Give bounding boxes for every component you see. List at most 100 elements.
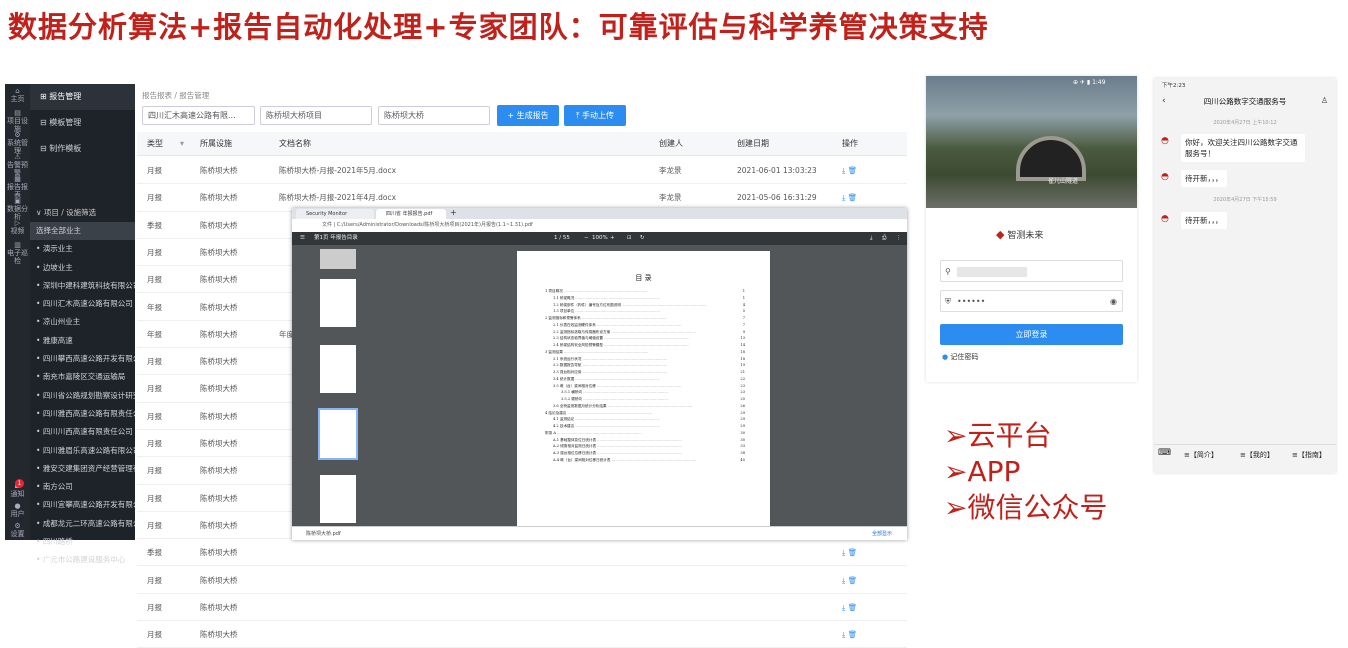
- toc-line[interactable]: 1 1.1 桥梁概况 ..............................…: [545, 296, 745, 303]
- new-tab-icon[interactable]: +: [450, 208, 457, 217]
- toc-line[interactable]: 18 3.1 系统运行状况 ...........................…: [545, 357, 745, 364]
- project-filter-title[interactable]: ∨ 项目 / 设施筛选: [30, 206, 135, 220]
- toc-line[interactable]: 21 3.3 强台相对应用 ...........................…: [545, 370, 745, 377]
- keyboard-icon[interactable]: ⌨: [1158, 448, 1171, 458]
- toc-line[interactable]: 29 4 结论及建议 ..............................…: [545, 411, 745, 418]
- project-list-item[interactable]: • 雅康高速: [30, 332, 135, 350]
- toc-line[interactable]: 33 A.2 倾角相对监测日统计表 .......................…: [545, 444, 745, 451]
- print-icon[interactable]: ⎙: [882, 232, 886, 245]
- toc-line[interactable]: 26 3.6 全桥监测数据月统计分析结果 ....................…: [545, 404, 745, 411]
- project-list-item[interactable]: • 演示业主: [30, 240, 135, 258]
- project-list-item[interactable]: • 四川攀西高速公路开发有限公司: [30, 350, 135, 368]
- menu-mine[interactable]: ≡【我的】: [1240, 450, 1274, 460]
- menu-intro[interactable]: ≡【简介】: [1184, 450, 1218, 460]
- delete-icon[interactable]: 🗑: [845, 576, 858, 585]
- rail-item-user[interactable]: ● 用户: [5, 499, 30, 521]
- toc-line[interactable]: 23 3.5 墩（台）梁间相对位移 .......................…: [545, 384, 745, 391]
- page-thumbnail[interactable]: [320, 345, 356, 393]
- menu-icon[interactable]: ☰: [300, 232, 305, 245]
- owner-select[interactable]: 四川汇木高速公路有限...: [142, 106, 255, 125]
- toc-line[interactable]: 22 3.4 统计数据 .............................…: [545, 377, 745, 384]
- project-list-item[interactable]: • 四川路桥: [30, 533, 135, 551]
- project-list-item[interactable]: • 南充市嘉陵区交通运输局: [30, 368, 135, 386]
- project-list-item[interactable]: 选择全部业主: [30, 222, 135, 241]
- toc-line[interactable]: 5 1.3 项目单位 ..............................…: [545, 309, 745, 316]
- toc-line[interactable]: 23 3.5.1 横桥向 ............................…: [545, 390, 745, 397]
- rail-item-system[interactable]: ⚙ 系统管理: [5, 128, 30, 155]
- project-list-item[interactable]: • 四川雅西高速公路有限责任公司: [30, 405, 135, 423]
- project-list-item[interactable]: • 成都龙元二环高速公路有限公司: [30, 515, 135, 533]
- profile-icon[interactable]: ♙: [1321, 96, 1328, 105]
- menu-guide[interactable]: ≡【指南】: [1292, 450, 1326, 460]
- rail-item-video[interactable]: ▷ 视频: [5, 216, 30, 238]
- page-thumbnail[interactable]: [320, 279, 356, 327]
- delete-icon[interactable]: 🗑: [845, 603, 858, 612]
- browser-tab-security[interactable]: Security Monitor: [296, 209, 374, 219]
- project-list-item[interactable]: • 四川宜攀高速公路开发有限公司: [30, 496, 135, 514]
- page-thumbnail[interactable]: [320, 249, 356, 269]
- rail-item-alarm[interactable]: ⚠ 告警预警: [5, 150, 30, 177]
- toc-line[interactable]: 25 3.5.2 顺桥向 ............................…: [545, 397, 745, 404]
- rail-item-data[interactable]: ▣ 数据分析: [5, 194, 30, 221]
- toc-line[interactable]: 1 1 项目概况 ................................…: [545, 289, 745, 296]
- project-list-item[interactable]: • 四川雅眉乐高速公路有限公司: [30, 442, 135, 460]
- toc-line[interactable]: 29 4.2 技术建议 .............................…: [545, 424, 745, 431]
- project-list-item[interactable]: • 四川汇木高速公路有限公司: [30, 295, 135, 313]
- header-type[interactable]: 类型: [147, 132, 163, 156]
- toc-line[interactable]: 9 2.2 监测指标选取与传感器布设方案 ....................…: [545, 330, 745, 337]
- project-list-item[interactable]: • 广元市公路建设服务中心: [30, 551, 135, 569]
- toc-line[interactable]: 30 A.1 基础整体变位日统计表 .......................…: [545, 438, 745, 445]
- toc-line[interactable]: 30 附录 A .................................…: [545, 431, 745, 438]
- address-bar[interactable]: 文件 | C:/Users/Administrator/Downloads/陈桥…: [292, 219, 907, 232]
- generate-report-button[interactable]: + 生成报告: [497, 105, 559, 126]
- project-list-item[interactable]: • 雅安交建集团资产经营管理有限: [30, 460, 135, 478]
- page-thumbnail-selected[interactable]: [318, 408, 358, 460]
- delete-icon[interactable]: 🗑: [845, 193, 858, 202]
- toc-line[interactable]: 19 3.2 数据报告导航 ...........................…: [545, 363, 745, 370]
- eye-icon[interactable]: ◉: [1110, 291, 1117, 313]
- rotate-icon[interactable]: ↻: [640, 232, 645, 245]
- project-select[interactable]: 陈桥坝大桥项目: [260, 106, 372, 125]
- zoom-out-icon[interactable]: −: [584, 232, 589, 245]
- page-thumbnail[interactable]: [320, 475, 356, 523]
- delete-icon[interactable]: 🗑: [845, 630, 858, 639]
- toc-line[interactable]: 13 2.3 结构状态临界值与阈值设置 .....................…: [545, 336, 745, 343]
- checkbox-checked-icon[interactable]: ●: [942, 353, 948, 361]
- toc-line[interactable]: 18 3 监测结果 ...............................…: [545, 350, 745, 357]
- rail-item-project[interactable]: ▤ 项目设施: [5, 106, 30, 133]
- toc-line[interactable]: 38 A.3 强台相位位移日统计表 .......................…: [545, 451, 745, 458]
- page-indicator[interactable]: 1 / 55: [554, 232, 570, 245]
- project-list-item[interactable]: • 深圳中建科建筑科技有限公司: [30, 277, 135, 295]
- show-all-downloads[interactable]: 全部显示: [872, 527, 892, 541]
- project-list-item[interactable]: • 四川省公路规划勘察设计研究院: [30, 387, 135, 405]
- rail-item-home[interactable]: ⌂ 主页: [5, 84, 30, 106]
- manual-upload-button[interactable]: ⤒ 手动上传: [564, 105, 626, 126]
- toc-line[interactable]: 4 1.2 桥梁部件（构件）编号及方位布图说明 .................…: [545, 303, 745, 310]
- facility-select[interactable]: 陈桥坝大桥: [378, 106, 490, 125]
- fit-page-icon[interactable]: ⊡: [627, 232, 632, 245]
- project-list-item[interactable]: • 南方公司: [30, 478, 135, 496]
- toc-line[interactable]: 14 2.4 桥梁结构安全风险预警模型 .....................…: [545, 343, 745, 350]
- delete-icon[interactable]: 🗑: [845, 166, 858, 175]
- browser-tab-pdf[interactable]: 四川省 年报报告.pdf: [376, 209, 446, 219]
- menu-item-template-management[interactable]: ⊟ 模板管理: [30, 110, 135, 136]
- toc-line[interactable]: 29 4.1 监测结论 .............................…: [545, 417, 745, 424]
- rail-item-eboard[interactable]: ▥ 电子巡检: [5, 238, 30, 265]
- username-field[interactable]: ⚲: [940, 260, 1123, 282]
- toc-line[interactable]: 7 2.1 仪表在线监测硬件体系 ........................…: [545, 323, 745, 330]
- more-icon[interactable]: ⋮: [896, 232, 902, 245]
- menu-item-report-management[interactable]: ⊞ 报告管理: [30, 84, 135, 110]
- rail-item-settings[interactable]: ⚙ 设置: [5, 519, 30, 541]
- login-button[interactable]: 立即登录: [940, 324, 1123, 345]
- project-list-item[interactable]: • 凉山州业主: [30, 313, 135, 331]
- toc-line[interactable]: 40 A.4 墩（台）梁间相对位移日统计表 ...................…: [545, 458, 745, 465]
- rail-item-report[interactable]: ▦ 报告报表: [5, 172, 30, 199]
- password-field[interactable]: ⛨ •••••• ◉: [940, 290, 1123, 312]
- download-icon[interactable]: ⤓: [870, 232, 872, 245]
- toc-line[interactable]: 7 2 监测指标和预警体系 ...........................…: [545, 316, 745, 323]
- menu-item-make-template[interactable]: ⊟ 制作模板: [30, 136, 135, 162]
- header-create-date[interactable]: 创建日期: [737, 132, 769, 156]
- download-file[interactable]: 陈桥坝大桥.pdf: [306, 531, 341, 537]
- zoom-in-icon[interactable]: +: [610, 232, 615, 245]
- project-list-item[interactable]: • 四川川西高速有限责任公司: [30, 423, 135, 441]
